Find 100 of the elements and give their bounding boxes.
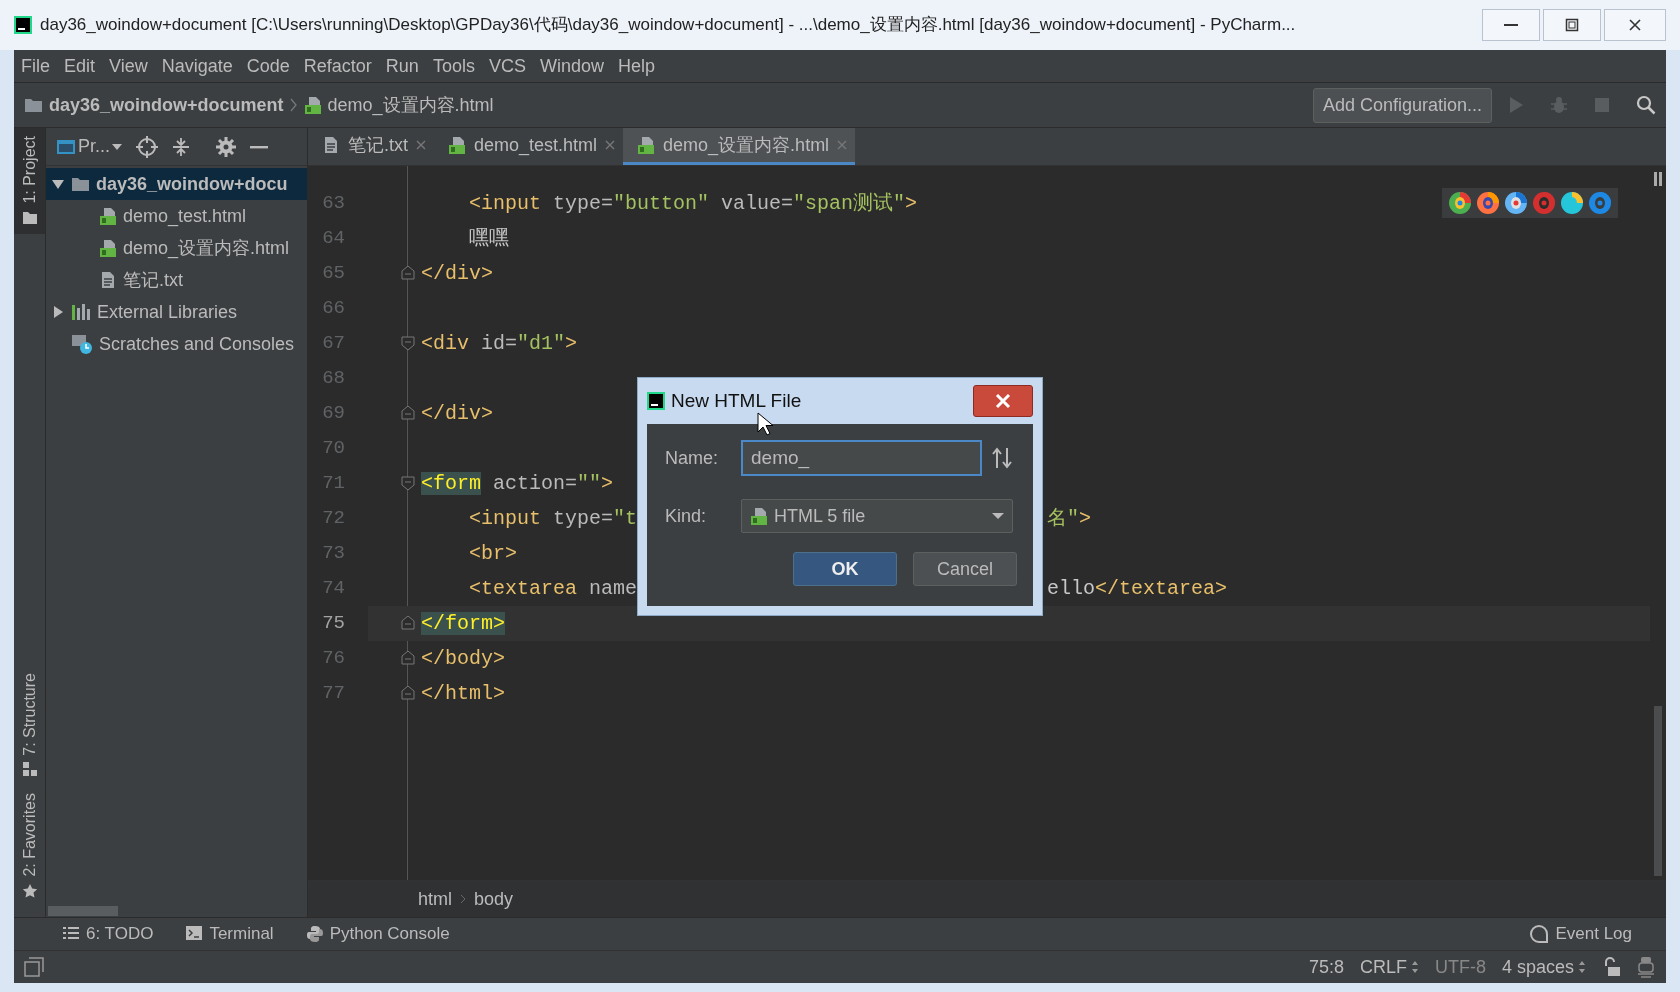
line-separator-selector[interactable]: CRLF <box>1359 953 1419 981</box>
line-number: 76 <box>321 646 345 672</box>
line-number: 67 <box>321 331 345 357</box>
browser-icon[interactable] <box>1448 191 1472 215</box>
tool-window-button[interactable]: Terminal <box>169 921 290 947</box>
unfold-icon[interactable] <box>401 651 415 666</box>
scroll-thumb[interactable] <box>48 906 118 916</box>
dialog-close-button[interactable] <box>973 385 1033 417</box>
tree-item[interactable]: demo_设置内容.html <box>46 232 307 264</box>
encoding-selector[interactable]: UTF-8 <box>1434 953 1486 981</box>
maximize-button[interactable] <box>1543 9 1601 41</box>
caret-icon <box>992 512 1004 520</box>
name-field[interactable]: demo_ <box>741 440 982 476</box>
close-icon[interactable] <box>837 140 848 150</box>
menu-item[interactable]: Navigate <box>154 52 240 80</box>
scroll-thumb[interactable] <box>1654 706 1662 876</box>
close-icon <box>1628 18 1642 32</box>
breadcrumb-item[interactable]: body <box>474 885 514 913</box>
line-number: 77 <box>321 681 345 707</box>
panel-toggle-icon[interactable] <box>24 957 44 977</box>
inspector-icon[interactable] <box>1636 956 1656 978</box>
menu-item[interactable]: File <box>14 52 57 80</box>
cancel-button[interactable]: Cancel <box>913 552 1017 586</box>
line-number: 70 <box>321 436 345 462</box>
pause-marker-icon <box>1654 172 1662 186</box>
editor-tab[interactable]: demo_设置内容.html <box>623 128 856 165</box>
view-dropdown[interactable]: Pr... <box>56 133 122 160</box>
caret-position[interactable]: 75:8 <box>1308 953 1344 981</box>
search-icon[interactable] <box>1636 95 1656 115</box>
code-line: <input type="t <box>468 505 638 532</box>
event-log-button[interactable]: Event Log <box>1513 921 1648 947</box>
chevron-icon <box>460 894 466 904</box>
breadcrumb-item[interactable]: demo_设置内容.html <box>303 91 494 119</box>
ok-button[interactable]: OK <box>793 552 897 586</box>
fold-icon[interactable] <box>401 336 415 351</box>
settings-icon[interactable] <box>216 136 236 157</box>
code-line: <textarea name <box>468 575 638 602</box>
folder-icon <box>71 176 90 192</box>
fold-icon[interactable] <box>401 476 415 491</box>
tool-window-button[interactable]: 6: TODO <box>46 921 170 947</box>
expand-arrow-icon[interactable] <box>51 305 65 319</box>
menu-item[interactable]: View <box>102 52 155 80</box>
kind-dropdown[interactable]: HTML 5 file <box>741 499 1013 533</box>
unfold-icon[interactable] <box>401 406 415 421</box>
tool-window-tab[interactable]: 7: Structure <box>14 664 45 786</box>
folder-icon <box>24 97 43 113</box>
field-label: Kind: <box>665 504 708 528</box>
field-label: Name: <box>665 446 719 470</box>
unfold-icon[interactable] <box>401 266 415 281</box>
tree-item[interactable]: day36_woindow+docu <box>46 168 307 200</box>
run-icon[interactable] <box>1508 96 1524 114</box>
html-file-icon <box>303 96 322 114</box>
line-number: 63 <box>321 191 345 217</box>
line-number: 65 <box>321 261 345 287</box>
menu-item[interactable]: Help <box>610 52 662 80</box>
close-icon[interactable] <box>605 140 616 150</box>
collapse-arrow-icon[interactable] <box>51 177 65 191</box>
menu-item[interactable]: Tools <box>425 52 482 80</box>
sort-icon[interactable] <box>991 447 1013 469</box>
html-file-icon <box>448 136 466 154</box>
code-line: <form action=""> <box>421 470 614 497</box>
menu-item[interactable]: Code <box>239 52 297 80</box>
close-icon[interactable] <box>416 140 426 150</box>
editor-tab[interactable]: demo_test.html <box>434 128 624 165</box>
menu-item[interactable]: VCS <box>481 52 533 80</box>
lock-icon[interactable] <box>1602 957 1620 977</box>
browser-icon[interactable] <box>1476 191 1500 215</box>
menu-item[interactable]: Window <box>532 52 611 80</box>
tree-item[interactable]: 笔记.txt <box>46 264 307 296</box>
bug-icon[interactable] <box>1550 96 1568 114</box>
tool-window-button[interactable]: Python Console <box>289 921 466 947</box>
breadcrumb-item[interactable]: html <box>418 885 452 913</box>
crosshair-icon[interactable] <box>136 135 158 158</box>
tool-window-tab[interactable]: 2: Favorites <box>14 785 45 907</box>
browser-icon[interactable] <box>1560 191 1584 215</box>
library-icon <box>71 303 91 321</box>
stop-icon[interactable] <box>1594 97 1610 113</box>
unfold-icon[interactable] <box>401 616 415 631</box>
line-number: 66 <box>321 296 345 322</box>
browser-icon[interactable] <box>1504 191 1528 215</box>
line-number: 64 <box>321 226 345 252</box>
indent-selector[interactable]: 4 spaces <box>1501 953 1586 981</box>
collapse-icon[interactable] <box>172 136 190 157</box>
window-icon <box>56 137 76 156</box>
structure-icon <box>21 761 38 778</box>
tree-item[interactable]: External Libraries <box>46 296 307 328</box>
editor-tab[interactable]: 笔记.txt <box>308 128 434 165</box>
menu-item[interactable]: Edit <box>57 52 103 80</box>
unfold-icon[interactable] <box>401 686 415 701</box>
breadcrumb-item[interactable]: day36_woindow+document <box>24 91 284 119</box>
tree-item[interactable]: Scratches and Consoles <box>46 328 307 360</box>
chevron-icon <box>289 98 298 112</box>
add-configuration-button[interactable]: Add Configuration... <box>1312 87 1492 123</box>
line-number: 72 <box>321 506 345 532</box>
tool-window-tab[interactable]: 1: Project <box>14 128 45 234</box>
minimize-icon[interactable] <box>250 144 268 149</box>
line-number: 73 <box>321 541 345 567</box>
menu-item[interactable]: Refactor <box>296 52 379 80</box>
tree-item[interactable]: demo_test.html <box>46 200 307 232</box>
menu-item[interactable]: Run <box>378 52 426 80</box>
